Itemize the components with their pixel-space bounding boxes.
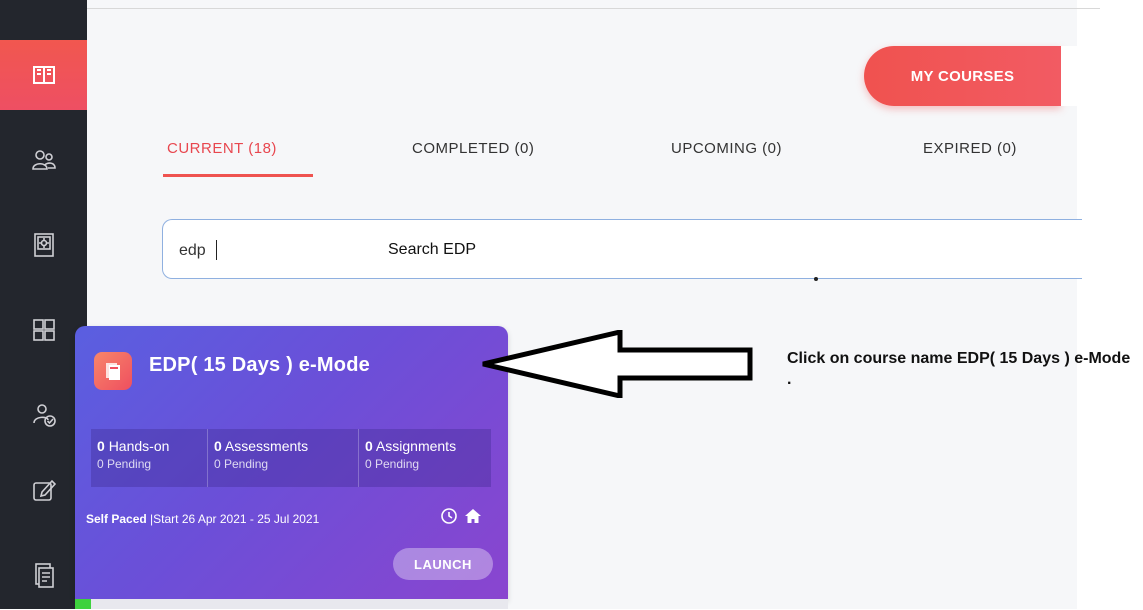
course-progress-track: [91, 599, 508, 609]
my-courses-button[interactable]: MY COURSES: [864, 46, 1061, 106]
sidebar-item-edit[interactable]: [0, 455, 87, 525]
document-icon: [34, 563, 54, 588]
sidebar-item-courses[interactable]: [0, 40, 87, 110]
sidebar: [0, 0, 87, 609]
stat-hands-on-pending: 0 Pending: [97, 457, 152, 471]
puzzle-icon: [32, 319, 55, 341]
course-stats: 0 Hands-on 0 Pending 0 Assessments 0 Pen…: [91, 429, 491, 487]
launch-button[interactable]: LAUNCH: [393, 548, 493, 580]
course-card[interactable]: EDP( 15 Days ) e-Mode 0 Hands-on 0 Pendi…: [75, 326, 508, 600]
sidebar-item-document[interactable]: [0, 540, 87, 610]
search-input[interactable]: [177, 238, 381, 264]
tab-completed[interactable]: COMPLETED (0): [412, 140, 534, 157]
stat-hands-on-label: Hands-on: [108, 438, 170, 454]
course-dates: Start 26 Apr 2021 - 25 Jul 2021: [153, 512, 320, 526]
course-book-icon: [94, 352, 132, 390]
book-icon: [32, 66, 55, 84]
course-title-link[interactable]: EDP( 15 Days ) e-Mode: [149, 354, 370, 377]
cursor-dot: [814, 277, 818, 281]
tab-current[interactable]: CURRENT (18): [167, 140, 277, 157]
clock-icon[interactable]: [440, 507, 458, 525]
stat-assessments-count: 0: [214, 438, 222, 454]
stat-assessments-pending: 0 Pending: [214, 457, 269, 471]
stat-hands-on[interactable]: 0 Hands-on 0 Pending: [91, 429, 208, 487]
sidebar-item-user-check[interactable]: [0, 380, 87, 450]
stat-assignments-count: 0: [365, 438, 373, 454]
sidebar-item-settings-book[interactable]: [0, 210, 87, 280]
course-progress-fill: [75, 599, 91, 609]
edit-icon: [32, 479, 56, 501]
course-tabs: CURRENT (18) COMPLETED (0) UPCOMING (0) …: [87, 128, 1077, 178]
active-tab-indicator: [163, 174, 313, 177]
course-schedule: Self Paced |Start 26 Apr 2021 - 25 Jul 2…: [86, 512, 319, 526]
users-icon: [31, 150, 56, 170]
home-icon[interactable]: [464, 507, 482, 525]
stat-assignments-pending: 0 Pending: [365, 457, 420, 471]
stat-assignments-label: Assignments: [375, 438, 457, 454]
settings-book-icon: [33, 233, 54, 257]
course-pace: Self Paced: [86, 512, 147, 526]
stat-assessments[interactable]: 0 Assessments 0 Pending: [208, 429, 359, 487]
search-box[interactable]: Search EDP: [162, 219, 1082, 281]
annotation-arrow-icon: [482, 330, 753, 398]
text-caret: [216, 240, 217, 260]
stat-assignments[interactable]: 0 Assignments 0 Pending: [359, 429, 491, 487]
annotation-text: Click on course name EDP( 15 Days ) e-Mo…: [787, 350, 1131, 388]
top-divider: [87, 8, 1100, 9]
stat-hands-on-count: 0: [97, 438, 105, 454]
tab-expired[interactable]: EXPIRED (0): [923, 140, 1017, 157]
stat-assessments-label: Assessments: [224, 438, 309, 454]
tab-upcoming[interactable]: UPCOMING (0): [671, 140, 782, 157]
search-annotation-text: Search EDP: [388, 241, 477, 258]
course-meta-icons: [440, 507, 482, 525]
sidebar-item-users[interactable]: [0, 125, 87, 195]
sidebar-item-puzzle[interactable]: [0, 295, 87, 365]
user-check-icon: [32, 404, 56, 427]
header-right-panel: [1061, 46, 1077, 106]
